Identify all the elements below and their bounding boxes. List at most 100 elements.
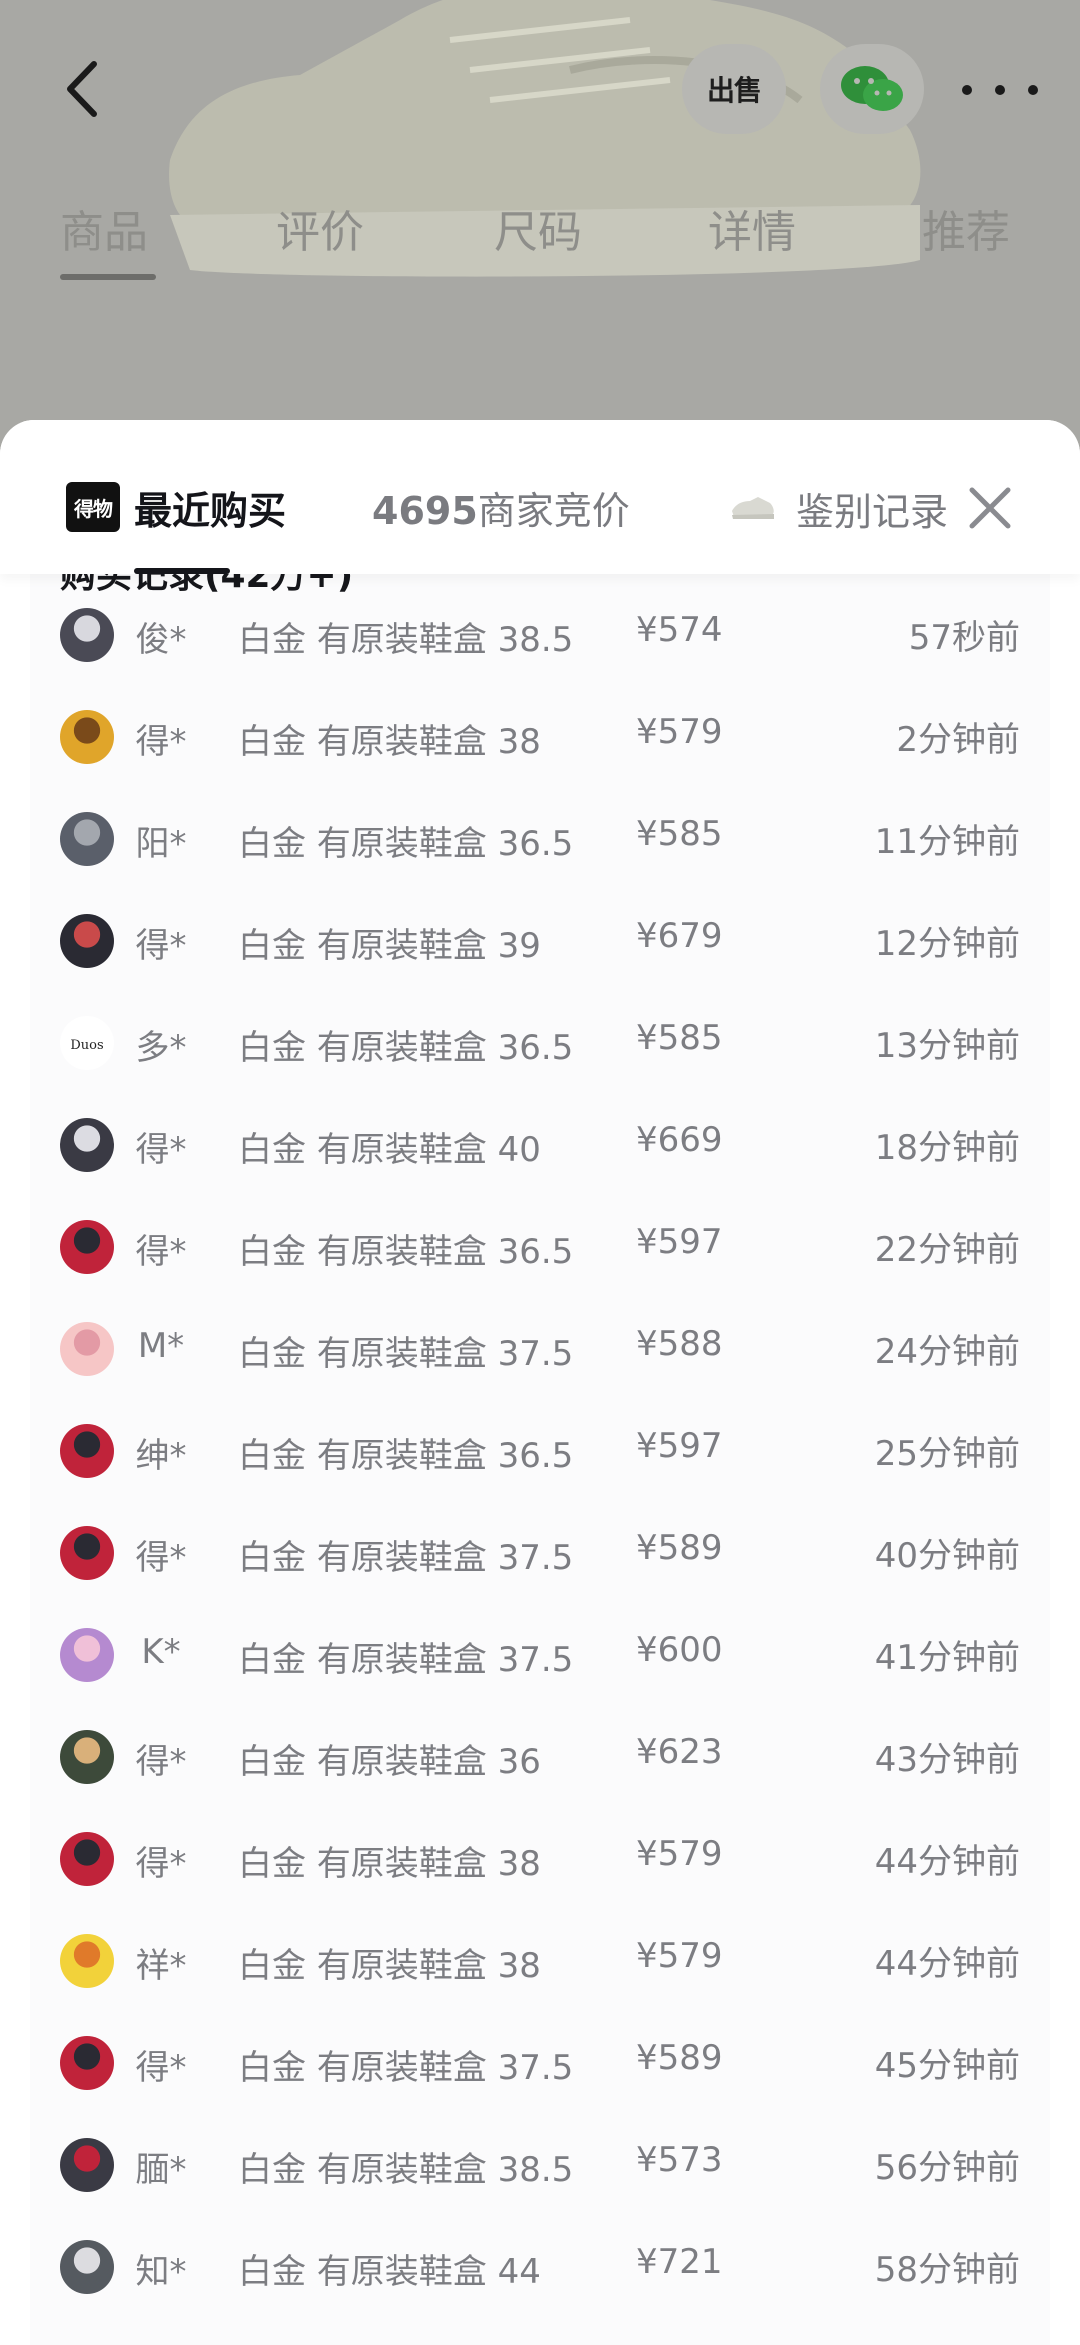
buyer-name: 得* [135,1130,187,1170]
purchase-price: ¥721 [636,2242,723,2282]
buyer-name: 多* [135,1028,187,1068]
purchase-time: 24分钟前 [874,1332,1020,1372]
tab-reviews[interactable]: 评价 [276,196,364,260]
tab-product[interactable]: 商品 [60,196,148,260]
user-avatar [60,608,114,662]
purchase-spec: 白金 有原装鞋盒 38 [238,722,541,762]
user-avatar [60,1322,114,1376]
buyer-name: 得* [135,1742,187,1782]
purchase-spec: 白金 有原装鞋盒 38.5 [238,2150,574,2190]
buyer-name: 阳* [135,824,187,864]
record-row: 得* 白金 有原装鞋盒 38 ¥579 2分钟前 [30,688,1050,788]
tab-details[interactable]: 详情 [708,196,796,260]
record-row: 知* 白金 有原装鞋盒 44 ¥721 58分钟前 [30,2218,1050,2318]
user-avatar [60,1526,114,1580]
purchase-time: 11分钟前 [874,822,1020,862]
buyer-name: M* [137,1326,185,1366]
user-avatar [60,1424,114,1478]
seller-bids-label: 商家竞价 [477,489,630,533]
buyer-name: 得* [135,926,187,966]
buyer-name: 腼* [135,2150,187,2190]
buyer-name: 绅* [135,1436,187,1476]
purchase-price: ¥585 [636,814,723,854]
tab-size[interactable]: 尺码 [494,196,582,260]
purchase-spec: 白金 有原装鞋盒 37.5 [238,1640,574,1680]
purchase-spec: 白金 有原装鞋盒 37.5 [238,1334,574,1374]
tab-recent-purchases[interactable]: 最近购买 [134,480,286,535]
purchase-time: 25分钟前 [874,1434,1020,1474]
user-avatar [60,710,114,764]
user-avatar [60,2240,114,2294]
purchase-time: 12分钟前 [874,924,1020,964]
record-row: M* 白金 有原装鞋盒 37.5 ¥588 24分钟前 [30,1300,1050,1400]
buyer-name: 得* [135,722,187,762]
buyer-name: 得* [135,2048,187,2088]
purchase-time: 56分钟前 [874,2148,1020,2188]
purchase-time: 2分钟前 [896,720,1020,760]
purchase-price: ¥679 [636,916,723,956]
user-avatar [60,812,114,866]
buyer-name: 祥* [135,1946,187,1986]
purchase-spec: 白金 有原装鞋盒 36.5 [238,1436,574,1476]
purchase-spec: 白金 有原装鞋盒 36.5 [238,1028,574,1068]
wechat-share-button[interactable] [820,44,924,134]
purchase-spec: 白金 有原装鞋盒 39 [238,926,541,966]
purchase-spec: 白金 有原装鞋盒 36 [238,1742,541,1782]
record-row: 俊* 白金 有原装鞋盒 38.5 ¥574 57秒前 [30,586,1050,686]
sell-button-label: 出售 [706,74,762,107]
svg-text:Duos: Duos [70,1038,103,1053]
more-options-icon[interactable] [962,60,1038,120]
tab-indicator [60,274,156,280]
user-avatar [60,1118,114,1172]
user-avatar [60,2036,114,2090]
purchase-time: 13分钟前 [874,1026,1020,1066]
purchase-price: ¥573 [636,2140,723,2180]
purchase-records-sheet: 得物 最近购买 4695商家竞价 鉴别记录 购买记录(42万+) 俊* 白金 有原… [0,420,1080,2345]
user-avatar [60,1628,114,1682]
purchase-time: 41分钟前 [874,1638,1020,1678]
user-avatar [60,914,114,968]
record-row: 绅* 白金 有原装鞋盒 36.5 ¥597 25分钟前 [30,1402,1050,1502]
purchase-price: ¥579 [636,1936,723,1976]
user-avatar: Duos [60,1016,114,1070]
close-icon[interactable] [962,480,1018,536]
tab-recommend[interactable]: 推荐 [922,196,1010,260]
purchase-price: ¥589 [636,2038,723,2078]
buyer-name: 得* [135,1538,187,1578]
purchase-price: ¥585 [636,1018,723,1058]
purchase-spec: 白金 有原装鞋盒 38.5 [238,620,574,660]
purchase-spec: 白金 有原装鞋盒 37.5 [238,2048,574,2088]
purchase-price: ¥623 [636,1732,723,1772]
tab-authentication-records[interactable]: 鉴别记录 [730,480,970,536]
active-tab-indicator [134,568,230,574]
purchase-time: 40分钟前 [874,1536,1020,1576]
buyer-name: 知* [135,2252,187,2292]
purchase-price: ¥589 [636,1528,723,1568]
purchase-time: 44分钟前 [874,1944,1020,1984]
purchase-price: ¥588 [636,1324,723,1364]
purchase-time: 45分钟前 [874,2046,1020,2086]
purchase-spec: 白金 有原装鞋盒 38 [238,1844,541,1884]
record-row: 得* 白金 有原装鞋盒 36 ¥623 43分钟前 [30,1708,1050,1808]
record-row: 得* 白金 有原装鞋盒 37.5 ¥589 40分钟前 [30,1504,1050,1604]
purchase-time: 43分钟前 [874,1740,1020,1780]
tab-auth-label: 鉴别记录 [796,489,949,534]
shoe-thumbnail-icon [732,497,774,519]
product-tabs: 商品 评价 尺码 详情 推荐 [0,190,1080,290]
record-row: 阳* 白金 有原装鞋盒 36.5 ¥585 11分钟前 [30,790,1050,890]
purchase-spec: 白金 有原装鞋盒 40 [238,1130,541,1170]
sell-button[interactable]: 出售 [682,44,786,134]
purchase-price: ¥669 [636,1120,723,1160]
record-row: K* 白金 有原装鞋盒 37.5 ¥600 41分钟前 [30,1606,1050,1706]
user-avatar [60,1220,114,1274]
purchase-record-list: 购买记录(42万+) 俊* 白金 有原装鞋盒 38.5 ¥574 57秒前 得* 白金 有… [30,550,1050,2345]
record-row: Duos 多* 白金 有原装鞋盒 36.5 ¥585 13分钟前 [30,994,1050,1094]
purchase-time: 58分钟前 [874,2250,1020,2290]
back-arrow-icon[interactable] [56,54,116,124]
user-avatar [60,1730,114,1784]
tab-seller-bids[interactable]: 4695商家竞价 [372,480,630,535]
wechat-icon [841,66,903,111]
purchase-price: ¥597 [636,1222,723,1262]
app-logo-icon: 得物 [66,482,120,532]
purchase-spec: 白金 有原装鞋盒 38 [238,1946,541,1986]
